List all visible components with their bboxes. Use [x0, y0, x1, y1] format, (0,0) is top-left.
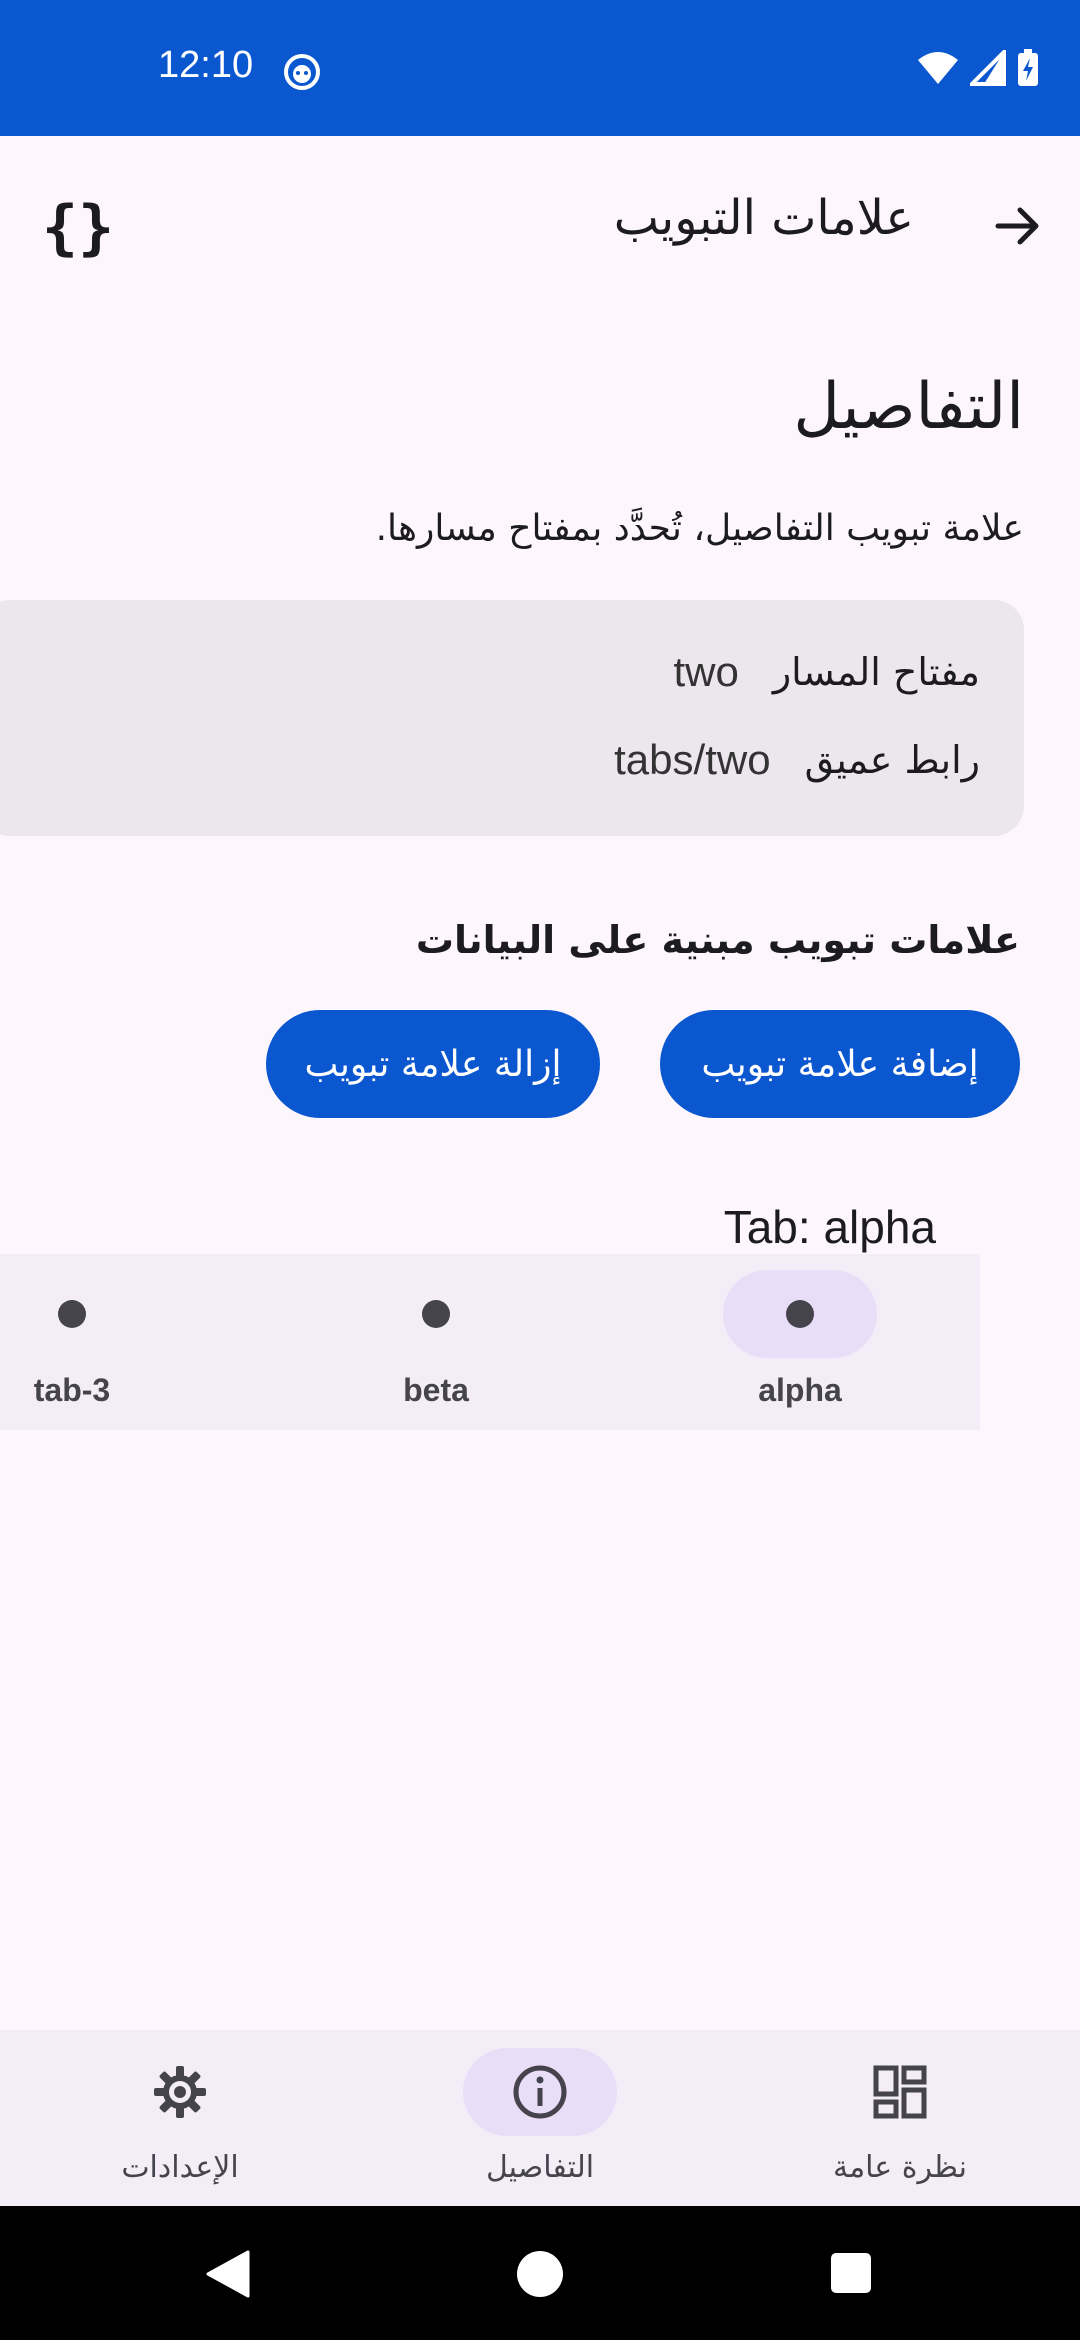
tab-dot-icon	[786, 1300, 814, 1328]
system-navigation-bar	[0, 2206, 1080, 2340]
route-key-label: مفتاح المسار	[772, 650, 980, 694]
remove-tab-button[interactable]: إزالة علامة تبويب	[266, 1010, 600, 1118]
gear-icon	[154, 2066, 206, 2118]
nav-item-overview[interactable]: نظرة عامة	[770, 2030, 1030, 2206]
tab-dot-icon	[422, 1300, 450, 1328]
details-heading: التفاصيل	[793, 370, 1024, 444]
status-time: 12:10	[158, 44, 254, 86]
dashboard-icon	[873, 2065, 927, 2119]
add-tab-button[interactable]: إضافة علامة تبويب	[660, 1010, 1020, 1118]
tab-label: alpha	[758, 1372, 842, 1408]
nav-label: التفاصيل	[485, 2150, 595, 2185]
deep-link-label: رابط عميق	[804, 738, 980, 782]
status-bar: 12:10	[0, 0, 1080, 136]
tab-dot-icon	[58, 1300, 86, 1328]
route-key-value: two	[673, 648, 739, 695]
json-braces-icon[interactable]: {}	[36, 186, 120, 270]
nav-label: نظرة عامة	[833, 2150, 967, 2185]
bottom-navigation: نظرة عامة التفاصيل الإعدادات	[0, 2030, 1080, 2206]
battery-icon	[1018, 49, 1038, 86]
data-tabs-heading: علامات تبويب مبنية على البيانات	[415, 918, 1020, 962]
signal-icon	[970, 50, 1006, 86]
back-triangle-icon[interactable]	[204, 2250, 250, 2298]
top-app-bar: {} علامات التبويب	[0, 136, 1080, 312]
details-description: علامة تبويب التفاصيل، تُحدَّد بمفتاح مسا…	[375, 508, 1024, 549]
deep-link-value: tabs/two	[614, 736, 771, 783]
back-arrow-button[interactable]	[976, 184, 1060, 268]
tab-tab-3[interactable]: tab-3	[0, 1254, 172, 1430]
page-title: علامات التبويب	[613, 190, 914, 246]
route-info-card: مفتاح المسار two رابط عميق tabs/two	[0, 600, 1024, 836]
tab-label: beta	[403, 1372, 469, 1408]
nav-label: الإعدادات	[121, 2150, 239, 2185]
arrow-forward-icon	[995, 207, 1039, 245]
tab-label: tab-3	[33, 1372, 111, 1408]
nav-item-settings[interactable]: الإعدادات	[50, 2030, 310, 2206]
info-icon	[513, 2065, 567, 2119]
data-tab-row: alpha beta tab-3	[0, 1254, 980, 1430]
deep-link-row: رابط عميق tabs/two	[614, 736, 980, 784]
nav-item-details[interactable]: التفاصيل	[410, 2030, 670, 2206]
tab-beta[interactable]: beta	[336, 1254, 536, 1430]
home-circle-icon[interactable]	[516, 2250, 564, 2298]
tab-alpha[interactable]: alpha	[700, 1254, 900, 1430]
recents-square-icon[interactable]	[830, 2252, 872, 2294]
wifi-icon	[918, 52, 958, 84]
route-key-row: مفتاح المسار two	[673, 648, 980, 696]
notification-cat-icon	[284, 54, 320, 90]
current-tab-label: Tab: alpha	[723, 1201, 936, 1253]
